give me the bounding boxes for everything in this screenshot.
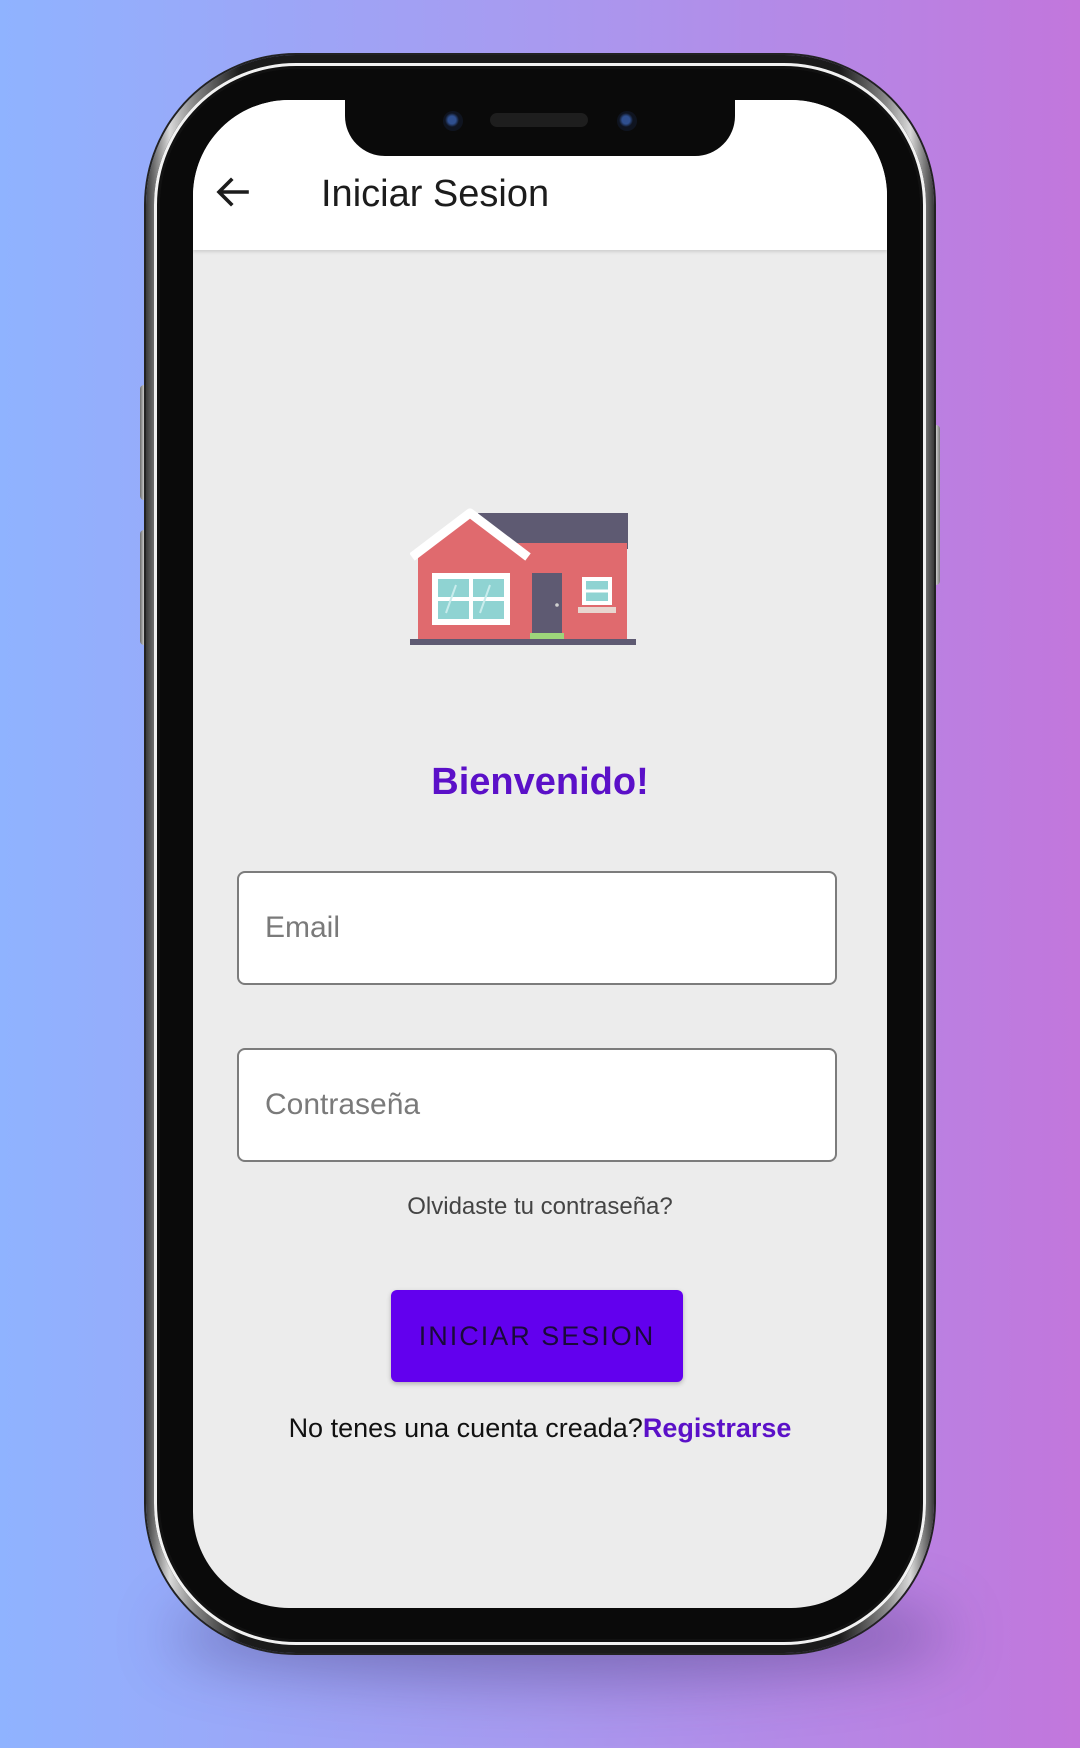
no-account-text: No tenes una cuenta creada? (288, 1413, 643, 1443)
front-camera (443, 111, 463, 131)
register-prompt: No tenes una cuenta creada?Registrarse (193, 1413, 887, 1444)
forgot-password-link[interactable]: Olvidaste tu contraseña? (193, 1193, 887, 1221)
app-screen: Iniciar Sesion Bienvenido! Olvidaste tu … (193, 100, 887, 1608)
password-field[interactable] (237, 1048, 837, 1162)
front-sensor (617, 111, 637, 131)
earpiece-speaker (490, 113, 588, 127)
email-field[interactable] (237, 871, 837, 985)
page-title: Iniciar Sesion (321, 173, 550, 215)
login-button[interactable]: INICIAR SESION (391, 1290, 683, 1382)
register-link[interactable]: Registrarse (643, 1413, 792, 1443)
house-icon (410, 508, 636, 645)
phone-notch (345, 100, 735, 156)
welcome-heading: Bienvenido! (431, 761, 649, 803)
back-button[interactable] (211, 170, 255, 214)
arrow-back-icon (216, 177, 249, 207)
